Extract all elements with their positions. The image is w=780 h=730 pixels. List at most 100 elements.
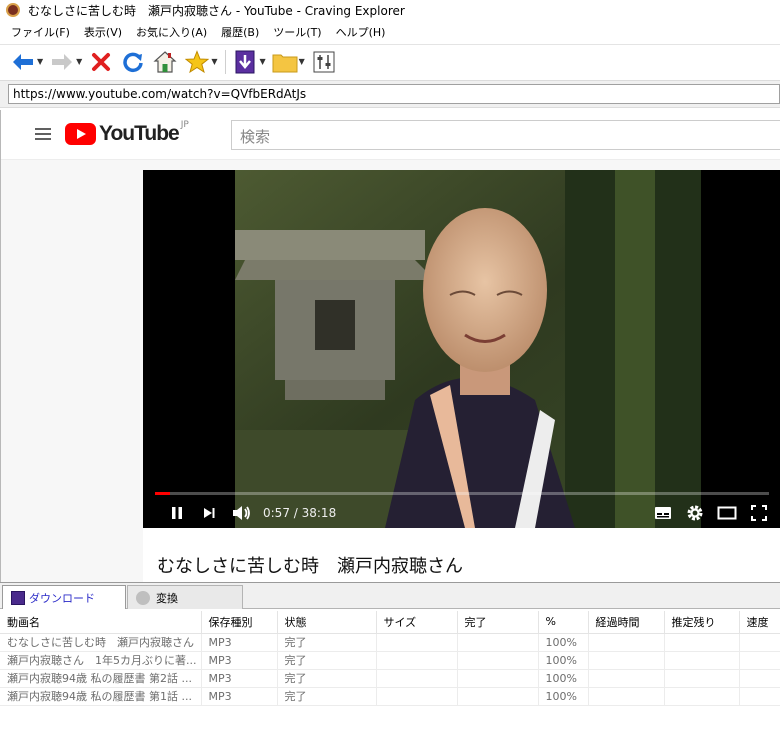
cell-name: 瀬戸内寂聴94歳 私の履歴書 第1話 ...: [0, 687, 202, 706]
download-button[interactable]: ▼: [232, 47, 266, 77]
col-elapsed[interactable]: 経過時間: [588, 611, 665, 634]
toolbar-separator: [225, 49, 227, 74]
refresh-button[interactable]: [120, 47, 146, 77]
download-dropdown-icon[interactable]: ▼: [259, 57, 265, 66]
video-player[interactable]: 0:57 / 38:18: [143, 170, 780, 528]
panel-tabs: ダウンロード 変換: [0, 583, 780, 609]
tab-convert-label: 変換: [156, 591, 178, 605]
forward-dropdown-icon[interactable]: ▼: [76, 57, 82, 66]
video-progress-bar[interactable]: [155, 492, 769, 495]
col-speed[interactable]: 速度: [739, 611, 780, 634]
table-row[interactable]: 瀬戸内寂聴さん 1年5カ月ぶりに著... MP3 完了 100%: [0, 651, 780, 670]
col-video-name[interactable]: 動画名: [0, 611, 202, 634]
fullscreen-button[interactable]: [743, 498, 775, 528]
gear-icon: [687, 505, 703, 521]
tab-download-label: ダウンロード: [29, 591, 95, 605]
toolbar: ▼ ▼ ▼ ▼ ▼: [0, 44, 780, 78]
table-row[interactable]: 瀬戸内寂聴94歳 私の履歴書 第2話 ... MP3 完了 100%: [0, 669, 780, 688]
youtube-region: JP: [180, 120, 189, 130]
cell-size: [376, 669, 458, 688]
settings-button[interactable]: [311, 47, 337, 77]
table-row[interactable]: むなしさに苦しむ時 瀬戸内寂聴さん MP3 完了 100%: [0, 633, 780, 652]
cell-elapsed: [588, 669, 665, 688]
col-percent[interactable]: %: [538, 611, 589, 634]
tab-download[interactable]: ダウンロード: [2, 585, 126, 609]
col-size[interactable]: サイズ: [376, 611, 458, 634]
back-dropdown-icon[interactable]: ▼: [37, 57, 43, 66]
col-save-type[interactable]: 保存種別: [201, 611, 278, 634]
cell-status: 完了: [277, 651, 377, 670]
cell-remaining: [664, 669, 740, 688]
stop-x-icon: [88, 49, 114, 75]
youtube-logo[interactable]: YouTube JP: [65, 120, 189, 146]
col-status[interactable]: 状態: [277, 611, 377, 634]
menu-bar: ファイル(F) 表示(V) お気に入り(A) 履歴(B) ツール(T) ヘルプ(…: [0, 22, 780, 42]
folder-button[interactable]: ▼: [272, 47, 305, 77]
cell-name: むなしさに苦しむ時 瀬戸内寂聴さん: [0, 633, 202, 652]
cell-percent: 100%: [538, 669, 589, 688]
menu-history[interactable]: 履歴(B): [214, 24, 266, 40]
youtube-play-logo-icon: [65, 123, 96, 145]
subtitles-button[interactable]: [647, 498, 679, 528]
tab-convert[interactable]: 変換: [127, 585, 243, 609]
forward-arrow-icon: [49, 49, 75, 75]
download-tab-icon: [11, 590, 25, 605]
youtube-search-input[interactable]: 検索: [231, 120, 780, 150]
stop-button[interactable]: [88, 47, 114, 77]
settings-gear-button[interactable]: [679, 498, 711, 528]
title-bar: むなしさに苦しむ時 瀬戸内寂聴さん - YouTube - Craving Ex…: [0, 0, 780, 20]
cell-done: [457, 669, 539, 688]
address-bar: [0, 80, 780, 108]
cell-speed: [739, 669, 780, 688]
cell-done: [457, 651, 539, 670]
folder-dropdown-icon[interactable]: ▼: [299, 57, 305, 66]
favorites-button[interactable]: ▼: [184, 47, 217, 77]
url-input[interactable]: [8, 84, 780, 104]
back-arrow-icon: [10, 49, 36, 75]
refresh-icon: [120, 49, 146, 75]
cell-remaining: [664, 687, 740, 706]
player-controls: 0:57 / 38:18: [143, 498, 780, 528]
table-row[interactable]: 瀬戸内寂聴94歳 私の履歴書 第1話 ... MP3 完了 100%: [0, 687, 780, 706]
cell-remaining: [664, 633, 740, 652]
cell-name: 瀬戸内寂聴さん 1年5カ月ぶりに著...: [0, 651, 202, 670]
video-frame: [235, 170, 701, 528]
back-button[interactable]: ▼: [10, 47, 43, 77]
video-title: むなしさに苦しむ時 瀬戸内寂聴さん: [143, 528, 780, 582]
cell-type: MP3: [201, 633, 278, 652]
cell-status: 完了: [277, 669, 377, 688]
pause-button[interactable]: [161, 498, 193, 528]
menu-view[interactable]: 表示(V): [77, 24, 129, 40]
home-button[interactable]: [152, 47, 178, 77]
youtube-brand: YouTube: [99, 122, 180, 145]
cell-elapsed: [588, 651, 665, 670]
cell-size: [376, 651, 458, 670]
pause-icon: [172, 507, 182, 519]
hamburger-menu-icon[interactable]: [35, 128, 51, 142]
col-done[interactable]: 完了: [457, 611, 539, 634]
cell-done: [457, 633, 539, 652]
cell-type: MP3: [201, 687, 278, 706]
favorite-star-icon: [184, 49, 210, 75]
cell-size: [376, 687, 458, 706]
video-progress-played: [155, 492, 171, 495]
col-remaining[interactable]: 推定残り: [664, 611, 740, 634]
menu-file[interactable]: ファイル(F): [4, 24, 77, 40]
next-button[interactable]: [193, 498, 225, 528]
favorites-dropdown-icon[interactable]: ▼: [211, 57, 217, 66]
app-logo-icon: [6, 3, 20, 17]
cell-status: 完了: [277, 687, 377, 706]
menu-favorites[interactable]: お気に入り(A): [129, 24, 214, 40]
theater-mode-button[interactable]: [711, 498, 743, 528]
volume-button[interactable]: [225, 498, 257, 528]
theater-mode-icon: [717, 506, 737, 520]
menu-help[interactable]: ヘルプ(H): [329, 24, 393, 40]
volume-icon: [233, 506, 250, 520]
forward-button[interactable]: ▼: [49, 47, 82, 77]
youtube-masthead: YouTube JP 検索: [1, 110, 780, 160]
menu-tools[interactable]: ツール(T): [266, 24, 328, 40]
download-table: 動画名 保存種別 状態 サイズ 完了 % 経過時間 推定残り 速度 むなしさに苦…: [0, 611, 780, 706]
cell-percent: 100%: [538, 633, 589, 652]
player-controls-right: [647, 498, 780, 528]
convert-tab-icon: [136, 590, 150, 605]
